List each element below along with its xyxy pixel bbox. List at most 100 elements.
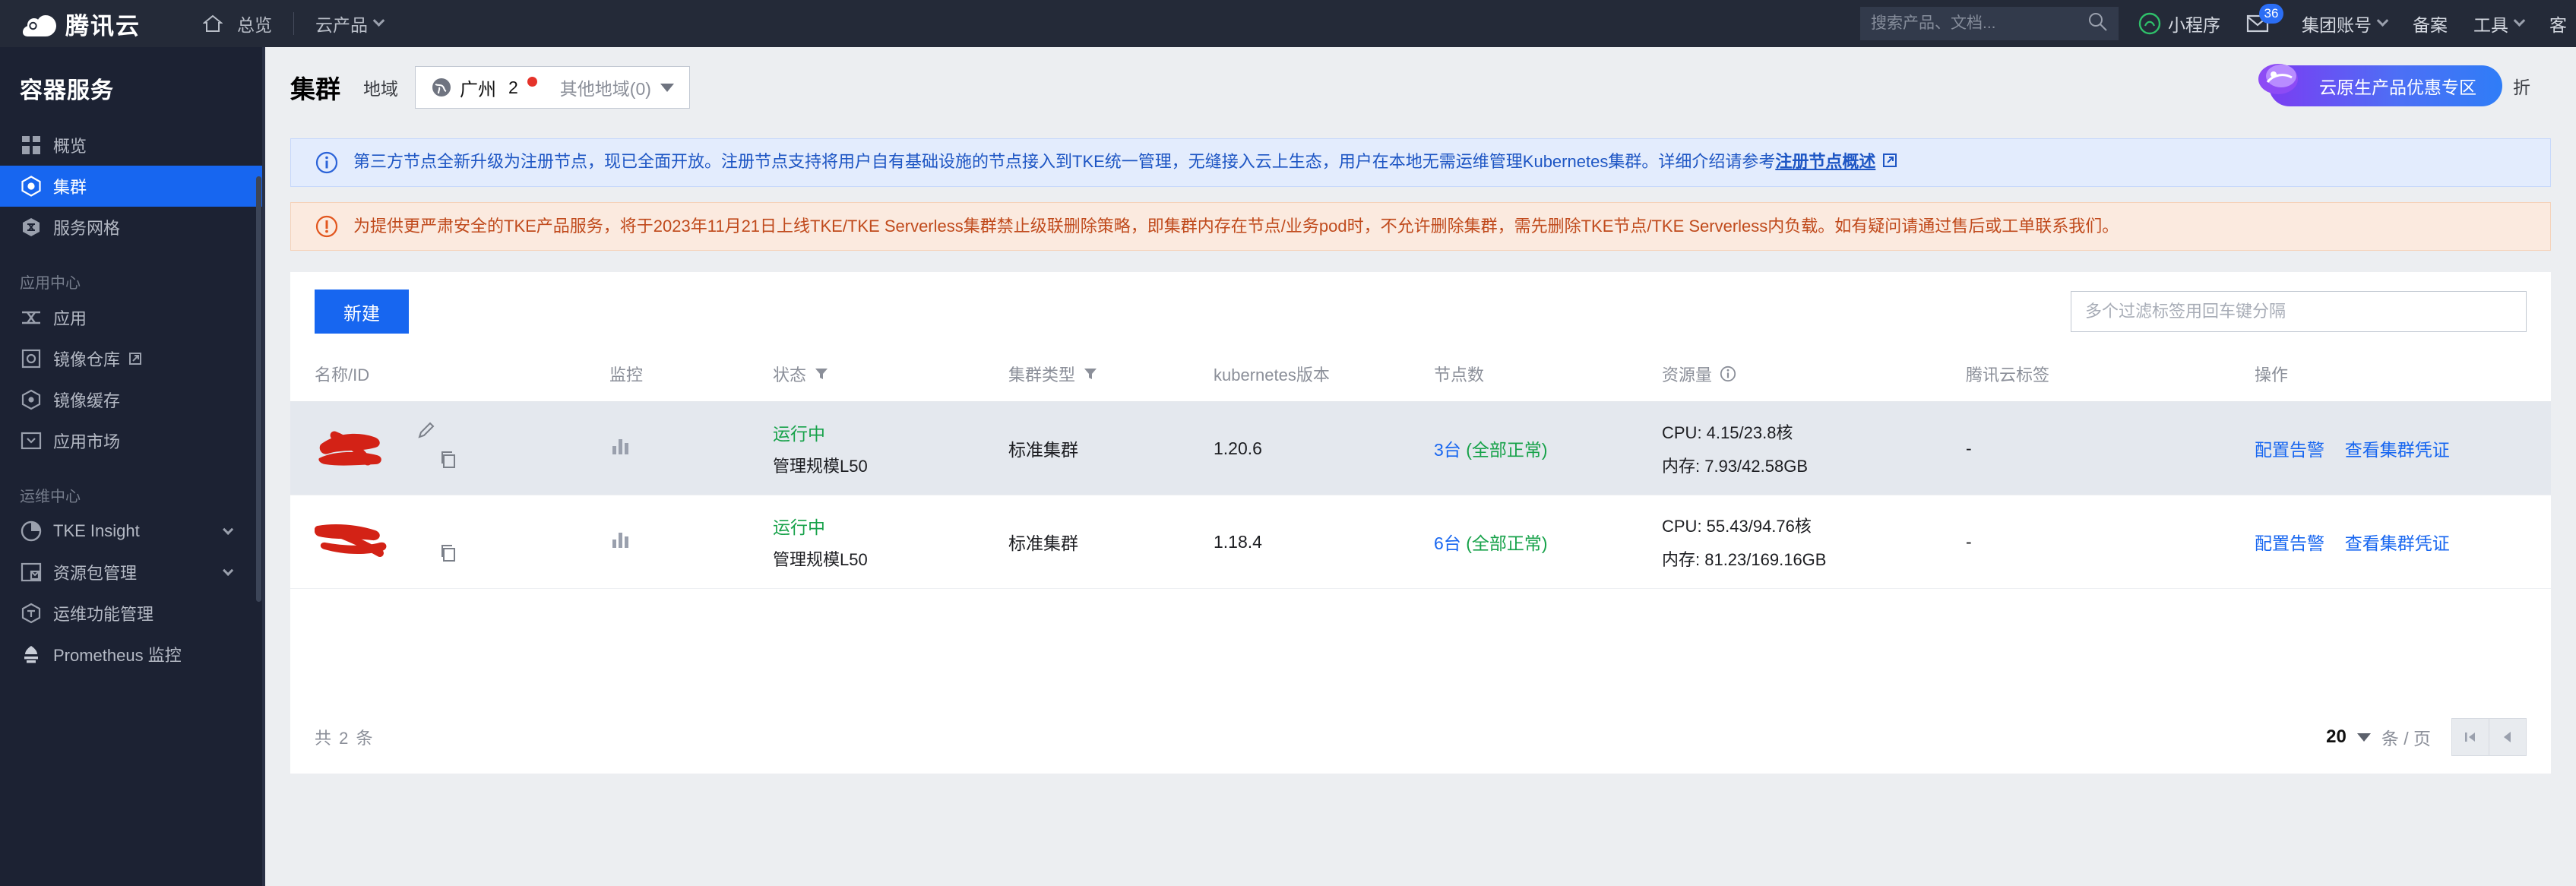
sidebar-item-label: 集群 xyxy=(53,178,87,197)
region-current[interactable]: 广州 xyxy=(431,74,496,101)
nav-item-support[interactable]: 客 xyxy=(2549,11,2567,36)
redacted-cluster-name xyxy=(314,512,467,571)
cell-k8s-version: 1.20.6 xyxy=(1214,401,1434,495)
view-credentials-link[interactable]: 查看集群凭证 xyxy=(2345,440,2450,460)
filter-icon[interactable] xyxy=(814,366,829,381)
sidebar-item-image-registry[interactable]: 镜像仓库 xyxy=(0,338,265,379)
col-resources: 资源量 xyxy=(1662,351,1966,402)
ops-icon xyxy=(20,603,43,624)
nav-item-group-account[interactable]: 集团账号 xyxy=(2302,11,2389,36)
info-icon xyxy=(315,151,338,174)
col-monitor: 监控 xyxy=(609,351,773,402)
nav-item-tools[interactable]: 工具 xyxy=(2473,11,2526,36)
region-other-selector[interactable]: 其他地域(0) xyxy=(560,74,674,100)
sidebar-item-app-market[interactable]: 应用市场 xyxy=(0,420,265,461)
sidebar-item-image-cache[interactable]: 镜像缓存 xyxy=(0,379,265,420)
col-k8s-version: kubernetes版本 xyxy=(1214,351,1434,402)
cell-monitor[interactable] xyxy=(609,495,773,589)
col-status: 状态 xyxy=(773,351,1008,402)
chevron-down-icon[interactable] xyxy=(223,524,234,535)
sidebar-item-clusters[interactable]: 集群 xyxy=(0,166,265,207)
nav-item-miniprogram[interactable]: 小程序 xyxy=(2138,11,2220,36)
tencent-cloud-logo[interactable]: 腾讯云 xyxy=(23,7,141,41)
status-scale: 管理规模L50 xyxy=(773,550,868,569)
nav-overview-label: 总览 xyxy=(237,15,272,35)
promo-pill[interactable]: 云原生产品优惠专区 xyxy=(2258,64,2502,106)
package-icon xyxy=(20,562,43,582)
region-alert-dot xyxy=(527,76,537,87)
info-banner-link[interactable]: 注册节点概述 xyxy=(1775,152,1875,171)
region-selector[interactable]: 广州 2 其他地域(0) xyxy=(415,66,690,109)
configure-alarm-link[interactable]: 配置告警 xyxy=(2255,533,2324,553)
edit-icon[interactable] xyxy=(416,422,436,446)
nav-right-group: 小程序 36 集团账号 备案 工具 客 xyxy=(1860,0,2576,47)
external-link-icon[interactable] xyxy=(1881,152,1898,176)
table-row[interactable]: 运行中 管理规模L50 标准集群 1.18.4 6台 (全部正常) CPU: 5… xyxy=(290,495,2551,589)
cluster-icon xyxy=(20,176,43,197)
nav-item-cloud-products[interactable]: 云产品 xyxy=(315,11,385,36)
sidebar-item-tke-insight[interactable]: TKE Insight xyxy=(0,511,265,552)
copy-icon[interactable] xyxy=(439,451,457,473)
sidebar: 容器服务 概览 集群 服务网格 应用中心 应用 镜像仓库 镜像缓存 应用市场 运… xyxy=(0,47,265,886)
promo-banner[interactable]: 云原生产品优惠专区 折 xyxy=(2258,64,2530,106)
cell-name-id[interactable] xyxy=(290,401,609,495)
mesh-icon xyxy=(20,217,43,238)
page-header: 集群 地域 广州 2 其他地域(0) xyxy=(265,47,2576,128)
filter-tags-input[interactable] xyxy=(2071,291,2527,332)
sidebar-item-label: 概览 xyxy=(53,137,87,156)
nav-miniprogram-label: 小程序 xyxy=(2168,15,2220,35)
col-tags: 腾讯云标签 xyxy=(1966,351,2255,402)
sidebar-item-application[interactable]: 应用 xyxy=(0,297,265,338)
page-size-unit: 条 / 页 xyxy=(2381,729,2431,748)
chevron-down-icon[interactable] xyxy=(223,565,234,576)
search-icon[interactable] xyxy=(2087,11,2108,36)
info-banner: 第三方节点全新升级为注册节点，现已全面开放。注册节点支持将用户自有基础设施的节点… xyxy=(290,138,2551,187)
region-name: 广州 xyxy=(460,79,496,100)
table-body: 运行中 管理规模L50 标准集群 1.20.6 3台 (全部正常) CPU: 4… xyxy=(290,401,2551,589)
nav-item-filing[interactable]: 备案 xyxy=(2413,11,2448,36)
message-count-badge: 36 xyxy=(2259,4,2283,24)
nav-item-overview[interactable]: 总览 xyxy=(203,11,272,36)
col-cluster-type: 集群类型 xyxy=(1008,351,1214,402)
cell-monitor[interactable] xyxy=(609,401,773,495)
filter-icon[interactable] xyxy=(1083,366,1098,381)
sidebar-item-ops-feature[interactable]: 运维功能管理 xyxy=(0,593,265,634)
warning-icon xyxy=(315,215,338,238)
nav-group-account-label: 集团账号 xyxy=(2302,15,2372,35)
cell-cluster-type: 标准集群 xyxy=(1008,401,1214,495)
cell-name-id[interactable] xyxy=(290,495,609,589)
prev-page-button[interactable] xyxy=(2489,718,2527,756)
nav-item-messages[interactable]: 36 xyxy=(2246,4,2283,33)
sidebar-item-resource-package[interactable]: 资源包管理 xyxy=(0,552,265,593)
global-search-box[interactable] xyxy=(1860,7,2119,40)
copy-icon[interactable] xyxy=(439,544,457,567)
search-input[interactable] xyxy=(1871,14,2087,33)
table-toolbar: 新建 xyxy=(290,272,2551,351)
sidebar-item-overview[interactable]: 概览 xyxy=(0,125,265,166)
configure-alarm-link[interactable]: 配置告警 xyxy=(2255,440,2324,460)
cpu-usage: CPU: 4.15/23.8核 xyxy=(1662,423,1793,442)
monitor-chart-icon[interactable] xyxy=(609,439,632,461)
col-operations: 操作 xyxy=(2255,351,2551,402)
prometheus-icon xyxy=(20,644,43,664)
sidebar-title: 容器服务 xyxy=(20,78,114,103)
promo-tail-text: 折 xyxy=(2513,78,2530,97)
node-count-link[interactable]: 6台 xyxy=(1434,533,1461,553)
table-row[interactable]: 运行中 管理规模L50 标准集群 1.20.6 3台 (全部正常) CPU: 4… xyxy=(290,401,2551,495)
node-count-link[interactable]: 3台 xyxy=(1434,440,1461,460)
view-credentials-link[interactable]: 查看集群凭证 xyxy=(2345,533,2450,553)
page-size-value[interactable]: 20 xyxy=(2326,726,2347,748)
sidebar-item-service-mesh[interactable]: 服务网格 xyxy=(0,207,265,248)
sidebar-scrollbar[interactable] xyxy=(256,176,261,602)
table-header-row: 名称/ID 监控 状态 集群类型 kubernetes版本 节点数 资源量 腾讯… xyxy=(290,351,2551,402)
create-cluster-button[interactable]: 新建 xyxy=(315,290,409,334)
home-icon xyxy=(203,14,223,33)
info-icon[interactable] xyxy=(1720,365,1736,382)
status-badge: 运行中 xyxy=(773,424,825,444)
first-page-button[interactable] xyxy=(2451,718,2489,756)
monitor-chart-icon[interactable] xyxy=(609,533,632,555)
sidebar-item-prometheus[interactable]: Prometheus 监控 xyxy=(0,634,265,675)
insight-icon xyxy=(20,521,43,542)
table-footer: 共 2 条 20 条 / 页 xyxy=(290,701,2551,774)
chevron-down-icon[interactable] xyxy=(2356,733,2371,742)
